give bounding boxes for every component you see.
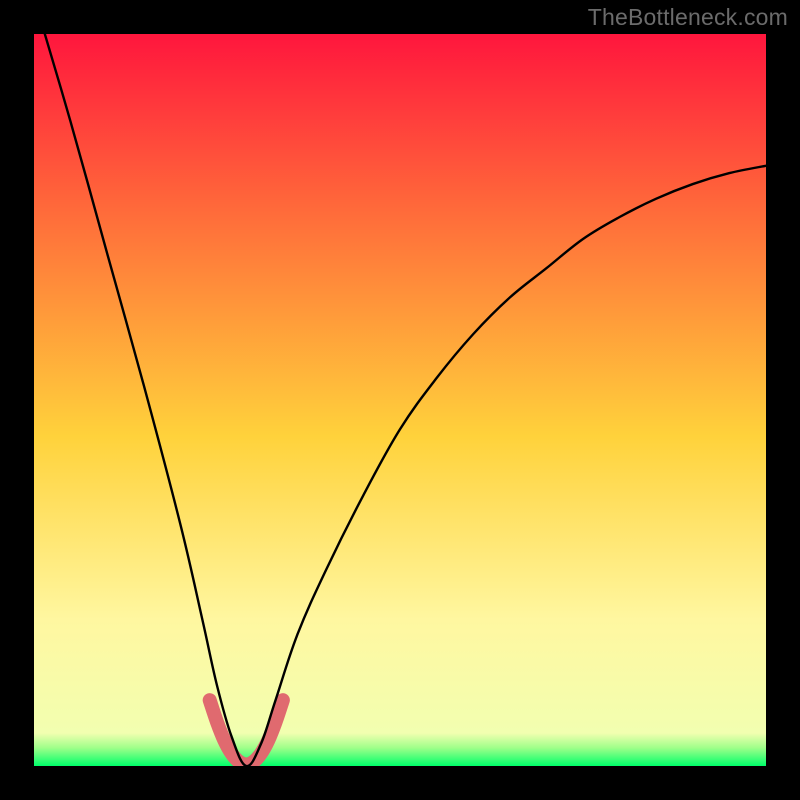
outer-frame: TheBottleneck.com <box>0 0 800 800</box>
gradient-background <box>34 34 766 766</box>
watermark-text: TheBottleneck.com <box>588 4 788 31</box>
bottleneck-chart <box>34 34 766 766</box>
